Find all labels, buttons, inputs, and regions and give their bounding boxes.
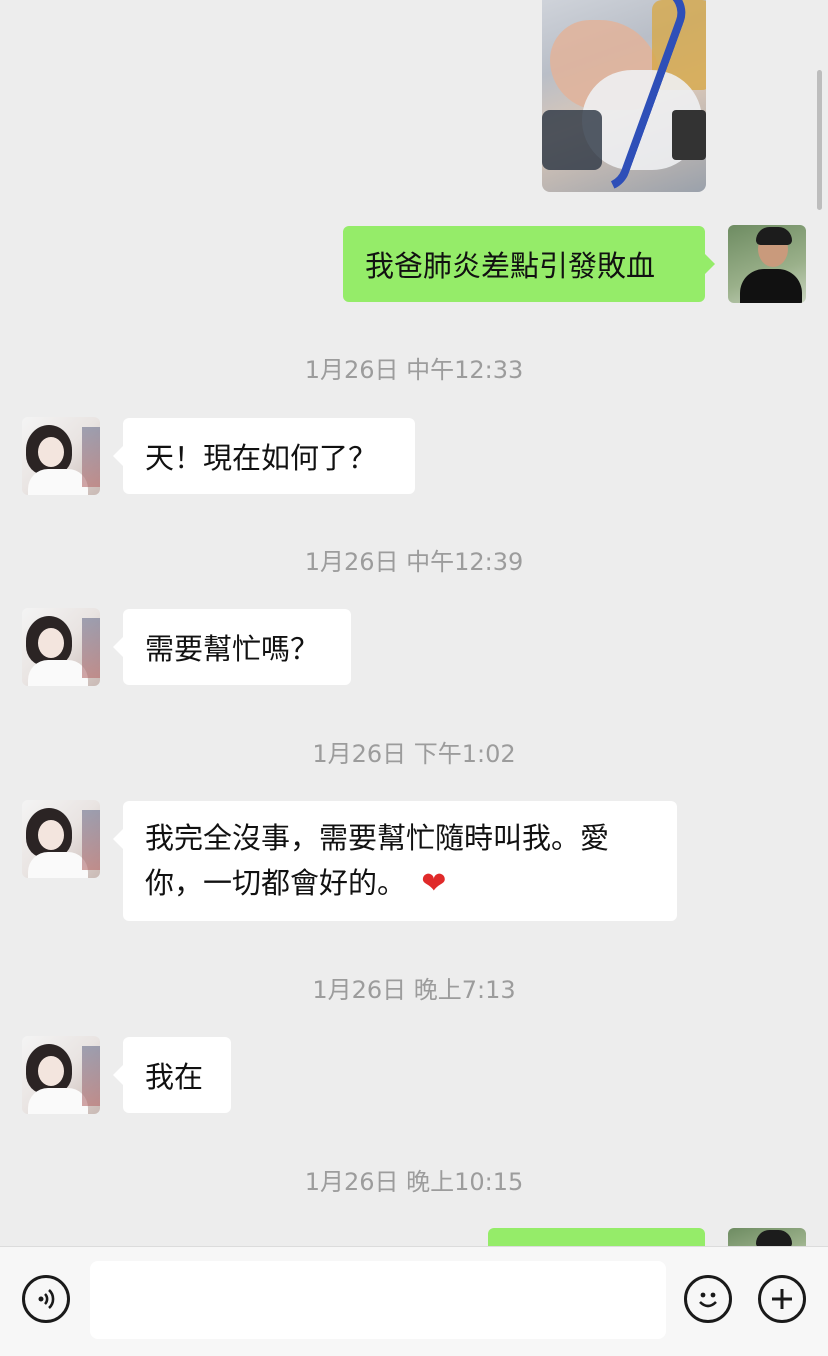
message-text: 你，一切都會好的。 <box>145 866 407 900</box>
incoming-message[interactable]: 需要幫忙嗎？ <box>113 609 351 685</box>
chat-screen: 我爸肺炎差點引發敗血 1月26日 中午12:33 天！現在如何了？ 1月26日 … <box>0 0 828 1356</box>
message-text: 天！現在如何了？ <box>145 441 378 475</box>
timestamp: 1月26日 中午12:33 <box>304 356 524 384</box>
contact-avatar[interactable] <box>22 800 100 878</box>
message-input[interactable] <box>90 1261 666 1339</box>
message-text: 我完全沒事，需要幫忙隨時叫我。愛 <box>145 821 610 855</box>
message-text: 我在 <box>145 1060 204 1094</box>
incoming-message[interactable]: 天！現在如何了？ <box>113 418 415 494</box>
voice-icon[interactable] <box>22 1275 70 1323</box>
contact-avatar[interactable] <box>22 1036 100 1114</box>
input-bar <box>0 1246 828 1356</box>
incoming-message[interactable]: 我在 <box>113 1037 231 1113</box>
scrollbar[interactable] <box>817 70 822 210</box>
timestamp: 1月26日 晚上10:15 <box>304 1168 524 1196</box>
my-avatar[interactable] <box>728 225 806 303</box>
incoming-message[interactable]: 我完全沒事，需要幫忙隨時叫我。愛 你，一切都會好的。 ❤ <box>113 801 677 921</box>
emoji-icon[interactable] <box>684 1275 732 1323</box>
timestamp: 1月26日 晚上7:13 <box>312 976 516 1004</box>
contact-avatar[interactable] <box>22 608 100 686</box>
contact-avatar[interactable] <box>22 417 100 495</box>
message-text: 我爸肺炎差點引發敗血 <box>365 249 656 283</box>
heart-icon: ❤ <box>421 866 447 901</box>
plus-icon[interactable] <box>758 1275 806 1323</box>
timestamp: 1月26日 下午1:02 <box>312 740 516 768</box>
message-text: 需要幫忙嗎？ <box>145 632 320 666</box>
timestamp: 1月26日 中午12:39 <box>304 548 524 576</box>
sent-photo[interactable] <box>542 0 706 192</box>
outgoing-message[interactable]: 我爸肺炎差點引發敗血 <box>343 226 715 302</box>
